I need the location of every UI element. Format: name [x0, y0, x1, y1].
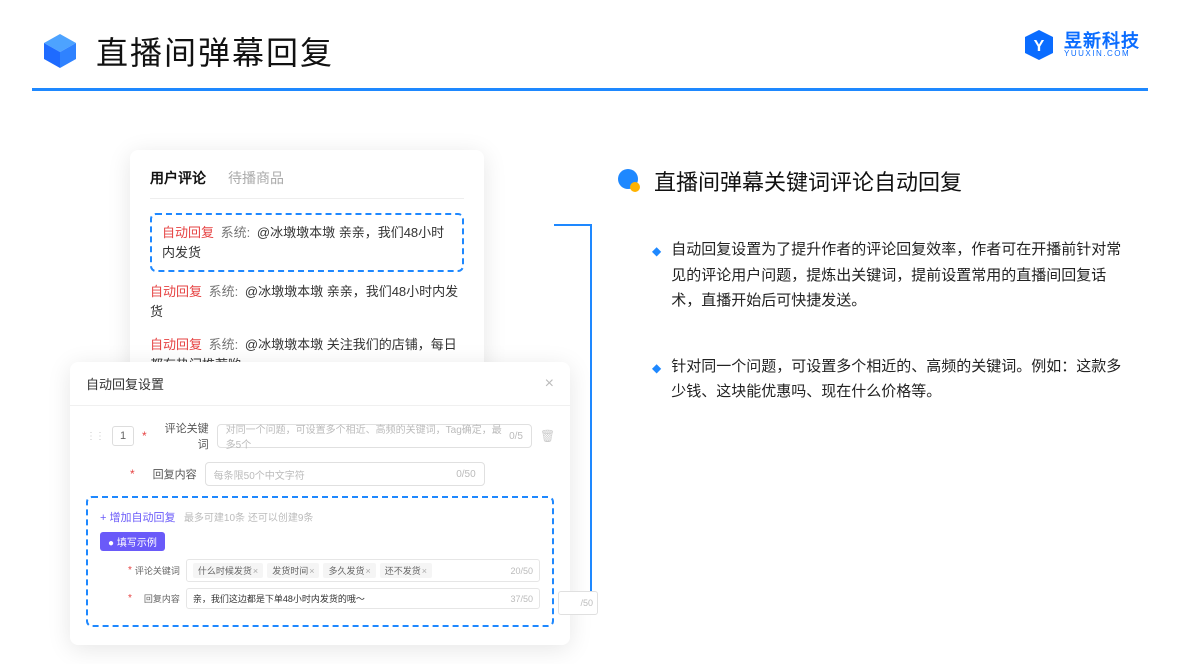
example-reply-input[interactable]: 亲，我们这边都是下单48小时内发货的哦～ 37/50 [186, 588, 540, 609]
drag-icon[interactable]: ⋮⋮ [86, 431, 104, 442]
auto-reply-tag: 自动回复 [162, 225, 214, 240]
bullet-2: ◆ 针对同一个问题，可设置多个相近的、高频的关键词。例如：这款多少钱、这块能优惠… [616, 354, 1136, 405]
add-auto-reply-link[interactable]: + 增加自动回复 [100, 512, 175, 524]
chip: 什么时候发货× [193, 563, 263, 578]
section-heading: 直播间弹幕关键词评论自动回复 [616, 165, 1136, 197]
required-dot: * [142, 429, 147, 443]
comments-tabs: 用户评论 待播商品 [150, 168, 464, 199]
reply-label: 回复内容 [143, 466, 197, 482]
brand-name-en: YUUXIN.COM [1064, 50, 1140, 58]
comments-panel: 用户评论 待播商品 自动回复 系统: @冰墩墩本墩 亲亲，我们48小时内发货 自… [130, 150, 484, 398]
chip: 还不发货× [380, 563, 432, 578]
tab-pending-goods[interactable]: 待播商品 [228, 168, 284, 188]
svg-text:Y: Y [1034, 38, 1045, 55]
dot-icon [616, 168, 642, 194]
highlighted-comment: 自动回复 系统: @冰墩墩本墩 亲亲，我们48小时内发货 [150, 213, 464, 272]
index-badge: 1 [112, 426, 134, 446]
ghost-count: /50 [558, 591, 598, 615]
section-title: 直播间弹幕关键词评论自动回复 [654, 165, 962, 197]
example-keyword-input[interactable]: 什么时候发货× 发货时间× 多久发货× 还不发货× 20/50 [186, 559, 540, 582]
cube-icon [40, 31, 80, 71]
system-tag: 系统: [221, 225, 251, 240]
chip: 多久发货× [323, 563, 375, 578]
add-note: 最多可建10条 还可以创建9条 [184, 513, 313, 524]
comment-line: 自动回复 系统: @冰墩墩本墩 亲亲，我们48小时内发货 [150, 282, 464, 321]
page-title: 直播间弹幕回复 [96, 28, 334, 74]
example-pill: ● 填写示例 [100, 532, 165, 551]
chip: 发货时间× [267, 563, 319, 578]
reply-row: * 回复内容 每条限50个中文字符 0/50 [130, 462, 554, 486]
keyword-input[interactable]: 对同一个问题，可设置多个相近、高频的关键词，Tag确定，最多5个 0/5 [217, 424, 532, 448]
example-keyword-row: * 评论关键词 什么时候发货× 发货时间× 多久发货× 还不发货× 20/50 [128, 559, 540, 582]
diamond-icon: ◆ [652, 241, 661, 314]
brand-logo: Y 昱新科技 YUUXIN.COM [1022, 28, 1140, 62]
header-divider [32, 88, 1148, 91]
diamond-icon: ◆ [652, 358, 661, 405]
tab-user-comments[interactable]: 用户评论 [150, 168, 206, 188]
brand-name-cn: 昱新科技 [1064, 32, 1140, 50]
keyword-row: ⋮⋮ 1 * 评论关键词 对同一个问题，可设置多个相近、高频的关键词，Tag确定… [86, 420, 554, 452]
example-box: + 增加自动回复 最多可建10条 还可以创建9条 ● 填写示例 * 评论关键词 … [86, 496, 554, 627]
keyword-label: 评论关键词 [155, 420, 209, 452]
delete-icon[interactable]: 🗑 [540, 429, 554, 443]
bullet-1: ◆ 自动回复设置为了提升作者的评论回复效率，作者可在开播前针对常见的评论用户问题… [616, 237, 1136, 314]
close-icon[interactable]: × [545, 375, 554, 393]
auto-reply-settings-panel: 自动回复设置 × ⋮⋮ 1 * 评论关键词 对同一个问题，可设置多个相近、高频的… [70, 362, 570, 645]
reply-input[interactable]: 每条限50个中文字符 0/50 [205, 462, 485, 486]
settings-title: 自动回复设置 [86, 374, 164, 393]
example-reply-row: * 回复内容 亲，我们这边都是下单48小时内发货的哦～ 37/50 [128, 588, 540, 609]
